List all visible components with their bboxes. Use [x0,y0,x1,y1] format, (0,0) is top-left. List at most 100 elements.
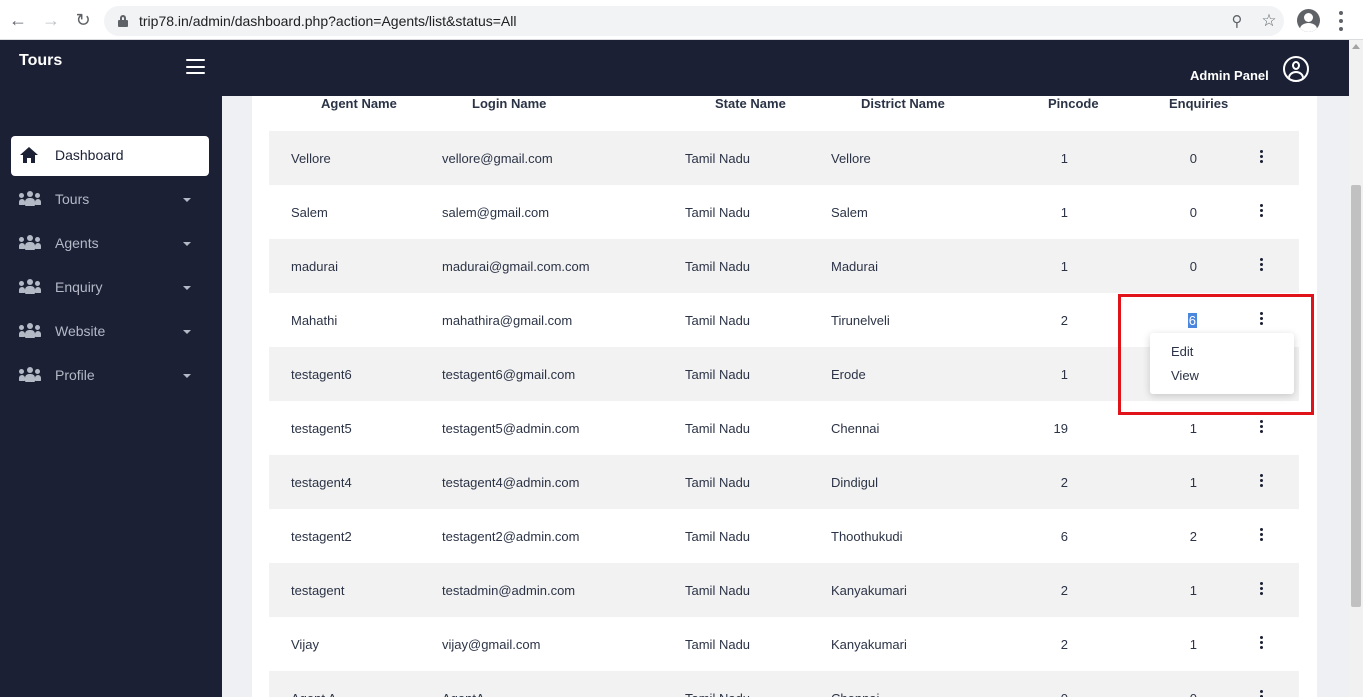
url-text[interactable]: trip78.in/admin/dashboard.php?action=Age… [139,13,516,29]
table-row: Vellore vellore@gmail.com Tamil Nadu Vellor… [269,131,1299,185]
sidebar-item-label: Website [55,323,106,339]
login-name-cell: mahathira@gmail.com [442,313,573,328]
address-bar[interactable]: trip78.in/admin/dashboard.php?action=Age… [104,6,1284,36]
row-menu-icon[interactable] [1258,420,1264,433]
table-row: Agent A AgentA Tamil Nadu Chennai 0 0 [269,671,1299,697]
enquiries-cell: 0 [1137,691,1197,697]
pincode-cell: 2 [1060,637,1068,652]
caret-down-icon [183,374,191,378]
top-navbar: Tours Admin Panel [0,40,1349,96]
sidebar-item-tours[interactable]: Tours [11,180,209,220]
agent-name-cell: testagent [291,583,345,598]
sidebar-item-agents[interactable]: Agents [11,224,209,264]
sidebar: Dashboard Tours Agents Enquiry Website P [0,96,222,697]
district-name-cell: Madurai [831,259,878,274]
row-menu-icon[interactable] [1258,528,1264,541]
enquiries-cell: 1 [1189,637,1197,652]
row-menu-icon[interactable] [1258,150,1264,163]
district-name-cell: Vellore [831,151,871,166]
pincode-cell: 1 [1060,259,1068,274]
agent-name-cell: Vijay [291,637,319,652]
users-icon [19,191,41,209]
agent-name-cell: testagent5 [291,421,352,436]
users-icon [19,323,41,341]
agent-name-cell: testagent6 [291,367,352,382]
pincode-cell: 6 [1060,529,1068,544]
agent-name-cell: Salem [291,205,328,220]
pincode-cell: 2 [1060,475,1068,490]
login-name-cell: testagent5@admin.com [442,421,580,436]
state-name-cell: Tamil Nadu [685,691,750,697]
pincode-cell: 19 [1053,421,1068,436]
sidebar-item-enquiry[interactable]: Enquiry [11,268,209,308]
zoom-icon[interactable]: ⚲ [1227,11,1247,31]
agent-name-cell: testagent2 [291,529,352,544]
sidebar-item-label: Tours [55,191,90,207]
login-name-cell: vijay@gmail.com [442,637,541,652]
pincode-cell: 0 [1008,691,1068,697]
sidebar-item-profile[interactable]: Profile [11,356,209,396]
scroll-up-arrow-icon[interactable] [1352,44,1360,49]
browser-profile-icon[interactable] [1297,9,1320,32]
page-scrollbar[interactable] [1349,40,1363,697]
reload-icon[interactable]: ↻ [71,8,95,32]
table-row: testagent4 testagent4@admin.com Tamil Nadu… [269,455,1299,509]
row-menu-icon[interactable] [1258,258,1264,271]
enquiries-cell: 1 [1189,475,1197,490]
sidebar-item-label: Enquiry [55,279,103,295]
column-header-pincode[interactable]: Pincode [1048,96,1099,111]
district-name-cell: Erode [831,367,866,382]
row-menu-icon[interactable] [1258,582,1264,595]
lock-icon [118,15,128,27]
enquiries-cell: 1 [1189,583,1197,598]
state-name-cell: Tamil Nadu [685,421,751,436]
sidebar-item-label: Agents [55,235,99,251]
column-header-agent-name[interactable]: Agent Name [321,96,397,111]
agent-name-cell: testagent4 [291,475,352,490]
home-icon [19,147,41,165]
column-header-state-name[interactable]: State Name [715,96,786,111]
column-header-login-name[interactable]: Login Name [472,96,546,111]
pincode-cell: 2 [1060,313,1068,328]
column-header-district-name[interactable]: District Name [861,96,945,111]
browser-toolbar: ← → ↻ trip78.in/admin/dashboard.php?acti… [0,0,1363,40]
login-name-cell: testagent4@admin.com [442,475,580,490]
table-header: Agent Name Login Name State Name Distric… [299,96,1329,130]
sidebar-item-website[interactable]: Website [11,312,209,352]
row-menu-icon[interactable] [1258,636,1264,649]
district-name-cell: Salem [831,205,868,220]
sidebar-item-label: Dashboard [55,147,124,163]
sidebar-item-label: Profile [55,367,95,383]
login-name-cell: testagent2@admin.com [442,529,580,544]
district-name-cell: Kanyakumari [831,637,907,652]
caret-down-icon [183,330,191,334]
login-name-cell: madurai@gmail.com.com [442,259,590,274]
state-name-cell: Tamil Nadu [685,259,751,274]
caret-down-icon [183,198,191,202]
caret-down-icon [183,242,191,246]
state-name-cell: Tamil Nadu [685,475,751,490]
browser-menu-icon[interactable] [1334,11,1348,31]
enquiries-cell: 1 [1189,421,1197,436]
bookmark-star-icon[interactable]: ☆ [1259,11,1279,31]
row-menu-icon[interactable] [1258,474,1264,487]
row-menu-icon[interactable] [1258,690,1264,697]
enquiries-cell: 0 [1189,205,1197,220]
hamburger-menu-icon[interactable] [186,59,205,74]
state-name-cell: Tamil Nadu [685,367,751,382]
pincode-cell: 1 [1060,367,1068,382]
login-name-cell: vellore@gmail.com [442,151,553,166]
district-name-cell: Dindigul [831,475,878,490]
back-arrow-icon[interactable]: ← [6,8,30,32]
admin-panel-label: Admin Panel [1190,68,1269,83]
brand-title[interactable]: Tours [19,52,62,70]
row-menu-icon[interactable] [1258,204,1264,217]
column-header-enquiries[interactable]: Enquiries [1169,96,1228,111]
district-name-cell: Kanyakumari [831,583,907,598]
scroll-thumb[interactable] [1351,185,1361,607]
users-icon [19,279,41,297]
sidebar-item-dashboard[interactable]: Dashboard [11,136,209,176]
user-avatar-icon[interactable] [1283,56,1309,82]
pincode-cell: 1 [1060,151,1068,166]
forward-arrow-icon[interactable]: → [39,8,63,32]
